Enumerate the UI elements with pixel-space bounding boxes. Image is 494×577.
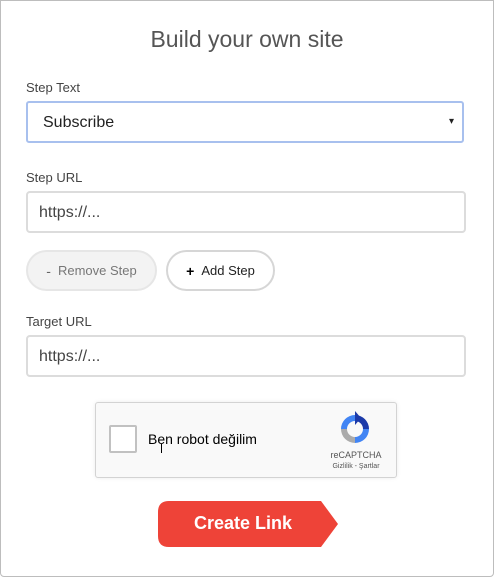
recaptcha-logo-icon	[341, 411, 369, 443]
step-text-select[interactable]: Subscribe ▾	[26, 101, 464, 143]
plus-icon: +	[186, 262, 195, 279]
step-url-input[interactable]: https://...	[26, 191, 466, 233]
remove-step-button[interactable]: - Remove Step	[26, 250, 157, 291]
recaptcha-checkbox[interactable]	[109, 425, 137, 453]
step-text-label: Step Text	[26, 80, 80, 95]
chevron-down-icon: ▾	[448, 116, 454, 127]
step-url-label: Step URL	[26, 170, 83, 185]
create-link-label: Create Link	[193, 513, 293, 533]
recaptcha-widget: Ben robot değilim reCAPTCHA Gizlilik - Ş…	[95, 402, 397, 478]
target-url-input[interactable]: https://...	[26, 335, 466, 377]
step-url-placeholder: https://...	[39, 204, 101, 221]
target-url-placeholder: https://...	[39, 348, 101, 365]
remove-step-label: Remove Step	[57, 263, 137, 278]
recaptcha-label: Ben robot değilim	[148, 431, 257, 447]
recaptcha-brand: reCAPTCHA	[330, 450, 382, 460]
target-url-label: Target URL	[26, 314, 92, 329]
add-step-label: Add Step	[201, 263, 255, 278]
add-step-button[interactable]: + Add Step	[166, 250, 275, 291]
recaptcha-terms-link[interactable]: Gizlilik - Şartlar	[324, 463, 388, 470]
minus-icon: -	[46, 262, 51, 279]
step-text-selected-value: Subscribe	[43, 114, 115, 131]
create-link-button[interactable]: Create Link	[157, 500, 339, 548]
page-title: Build your own site	[150, 26, 344, 52]
text-cursor-icon	[161, 444, 162, 453]
